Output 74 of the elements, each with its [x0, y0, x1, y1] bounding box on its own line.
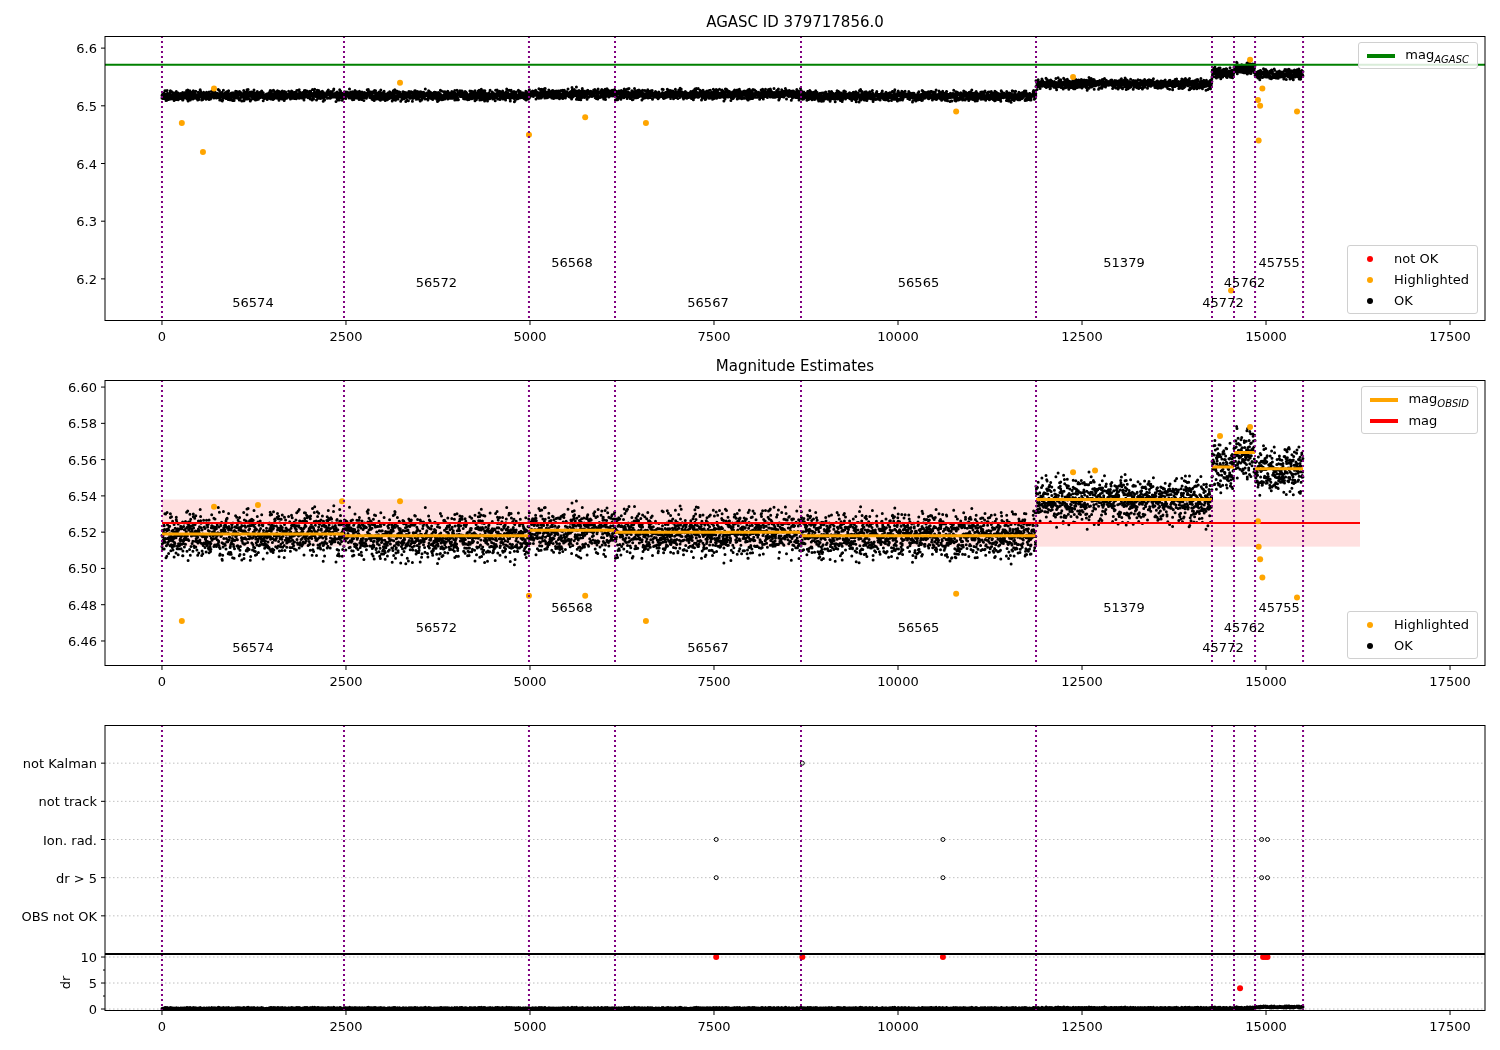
tick-label: 6.46 — [68, 633, 97, 649]
obsid-label: 51379 — [1103, 600, 1145, 615]
tick-label: 6.5 — [76, 98, 97, 114]
tick-label: 0 — [157, 329, 167, 344]
tick-label: 17500 — [1429, 329, 1471, 344]
tick-label: 5000 — [513, 674, 547, 689]
tick-label: 6.60 — [68, 380, 97, 396]
tick-label: Ion. rad. — [43, 832, 97, 848]
tick-label: 2500 — [329, 674, 363, 689]
tick-label: 7500 — [697, 1019, 731, 1034]
tick-label: 15000 — [1245, 329, 1287, 344]
tick-label: 5000 — [513, 1019, 547, 1034]
obsid-label: 56574 — [232, 295, 274, 310]
legend-label: OK — [1394, 293, 1413, 308]
obsid-label: 56568 — [551, 255, 593, 270]
legend-label: mag$_{AGASC}$ — [1405, 46, 1469, 65]
tick-label: 2500 — [329, 1019, 363, 1034]
tick-label: 17500 — [1429, 674, 1471, 689]
legend-label: not OK — [1394, 251, 1439, 266]
legend-label: mag — [1408, 413, 1438, 428]
tick-label: 0 — [157, 1019, 167, 1034]
obsid-label: 45772 — [1202, 295, 1244, 310]
tick-label: 6.48 — [68, 597, 97, 613]
legend-label: mag$_{OBSID}$ — [1408, 390, 1469, 409]
tick-label: 10 — [80, 950, 97, 965]
tick-label: 12500 — [1061, 329, 1103, 344]
obsid-label: 45772 — [1202, 640, 1244, 655]
obsid-label: 56567 — [687, 295, 729, 310]
tick-label: not track — [38, 794, 97, 810]
legend-label: Highlighted — [1394, 617, 1469, 632]
tick-label: 7500 — [697, 329, 731, 344]
tick-label: 6.50 — [68, 561, 97, 577]
tick-label: 2500 — [329, 329, 363, 344]
obsid-label: 56567 — [687, 640, 729, 655]
obsid-label: 56572 — [415, 620, 458, 635]
tick-label: not Kalman — [22, 756, 97, 772]
obsid-label: 56565 — [897, 275, 940, 290]
obsid-label: 56574 — [232, 640, 274, 655]
tick-label: 10000 — [877, 329, 919, 344]
tick-label: 0 — [157, 674, 167, 689]
legend-label: Highlighted — [1394, 272, 1469, 287]
tick-label: 12500 — [1061, 674, 1103, 689]
tick-label: 15000 — [1245, 1019, 1287, 1034]
tick-label: 6.58 — [68, 416, 97, 432]
tick-label: 6.52 — [68, 525, 97, 541]
tick-label: 5 — [88, 976, 97, 991]
tick-label: 6.56 — [68, 452, 97, 468]
tick-label: 6.6 — [76, 41, 97, 57]
tick-label: 12500 — [1061, 1019, 1103, 1034]
obsid-label: 56565 — [897, 620, 940, 635]
obsid-label: 56568 — [551, 600, 593, 615]
chart-title: Magnitude Estimates — [715, 357, 875, 375]
tick-label: 10000 — [877, 674, 919, 689]
tick-label: 10000 — [877, 1019, 919, 1034]
obsid-label: 45762 — [1223, 275, 1266, 290]
tick-label: 6.54 — [68, 488, 97, 504]
tick-label: 6.2 — [76, 271, 97, 287]
chart-title: AGASC ID 379717856.0 — [706, 13, 884, 31]
tick-label: 7500 — [697, 674, 731, 689]
obsid-label: 56572 — [415, 275, 458, 290]
tick-label: 6.4 — [76, 156, 97, 172]
tick-label: 15000 — [1245, 674, 1287, 689]
obsid-label: 45755 — [1258, 255, 1300, 270]
obsid-label: 45755 — [1258, 600, 1300, 615]
axis-label: dr — [58, 975, 73, 990]
obsid-label: 45762 — [1223, 620, 1266, 635]
tick-label: 0 — [88, 1002, 97, 1017]
tick-label: 17500 — [1429, 1019, 1471, 1034]
tick-label: 6.3 — [76, 214, 97, 230]
tick-label: dr > 5 — [55, 870, 97, 886]
tick-label: OBS not OK — [21, 908, 97, 924]
tick-label: 5000 — [513, 329, 547, 344]
legend-label: OK — [1394, 638, 1413, 653]
obsid-label: 51379 — [1103, 255, 1145, 270]
